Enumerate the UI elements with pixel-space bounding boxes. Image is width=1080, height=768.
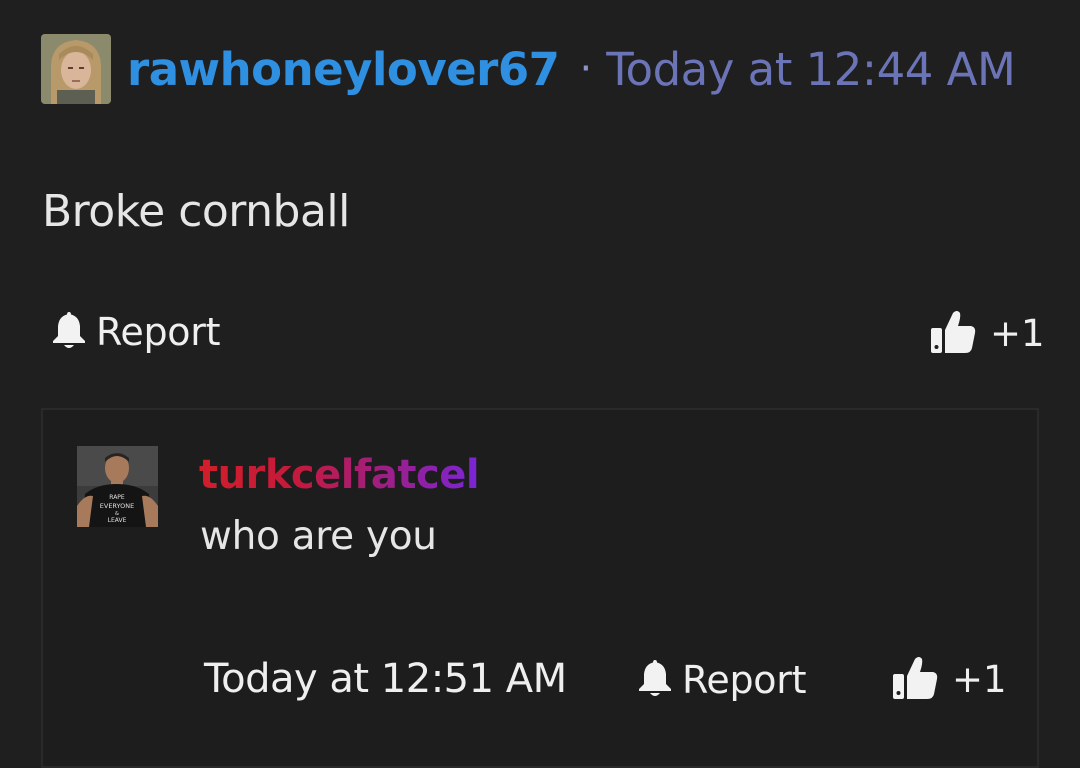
reply-body-text: who are you	[200, 514, 437, 559]
bell-icon	[636, 658, 674, 702]
avatar[interactable]	[41, 34, 111, 104]
report-button[interactable]: Report	[50, 310, 220, 354]
like-count: +1	[952, 657, 1007, 701]
shirt-text-line: LEAVE	[108, 517, 127, 524]
avatar-image: RAPE EVERYONE & LEAVE	[77, 446, 158, 527]
reply-like-button[interactable]: +1	[892, 654, 1007, 704]
avatar-image	[41, 34, 111, 104]
report-label: Report	[96, 310, 221, 354]
like-count: +1	[990, 311, 1045, 355]
reply-timestamp-link[interactable]: Today at 12:51 AM	[204, 656, 567, 702]
shirt-text-line: EVERYONE	[100, 502, 134, 510]
bell-icon	[50, 310, 88, 354]
post-header: rawhoneylover67 · Today at 12:44 AM	[41, 33, 1016, 105]
reply-author-link[interactable]: turkcelfatcel	[199, 452, 480, 498]
post-author-link[interactable]: rawhoneylover67	[127, 43, 560, 96]
like-button[interactable]: +1	[930, 308, 1045, 358]
thumbs-up-icon	[892, 654, 938, 704]
separator-dot: ·	[579, 46, 593, 92]
reply-container: RAPE EVERYONE & LEAVE turkcelfatcel who …	[41, 408, 1039, 768]
report-label: Report	[682, 658, 807, 702]
avatar[interactable]: RAPE EVERYONE & LEAVE	[77, 446, 158, 527]
post-body-text: Broke cornball	[42, 186, 350, 237]
post-action-row: Report +1	[50, 310, 1045, 358]
thumbs-up-icon	[930, 308, 976, 358]
shirt-text-line: RAPE	[109, 494, 125, 501]
post-timestamp-link[interactable]: Today at 12:44 AM	[606, 43, 1016, 96]
reply-report-button[interactable]: Report	[636, 658, 806, 702]
